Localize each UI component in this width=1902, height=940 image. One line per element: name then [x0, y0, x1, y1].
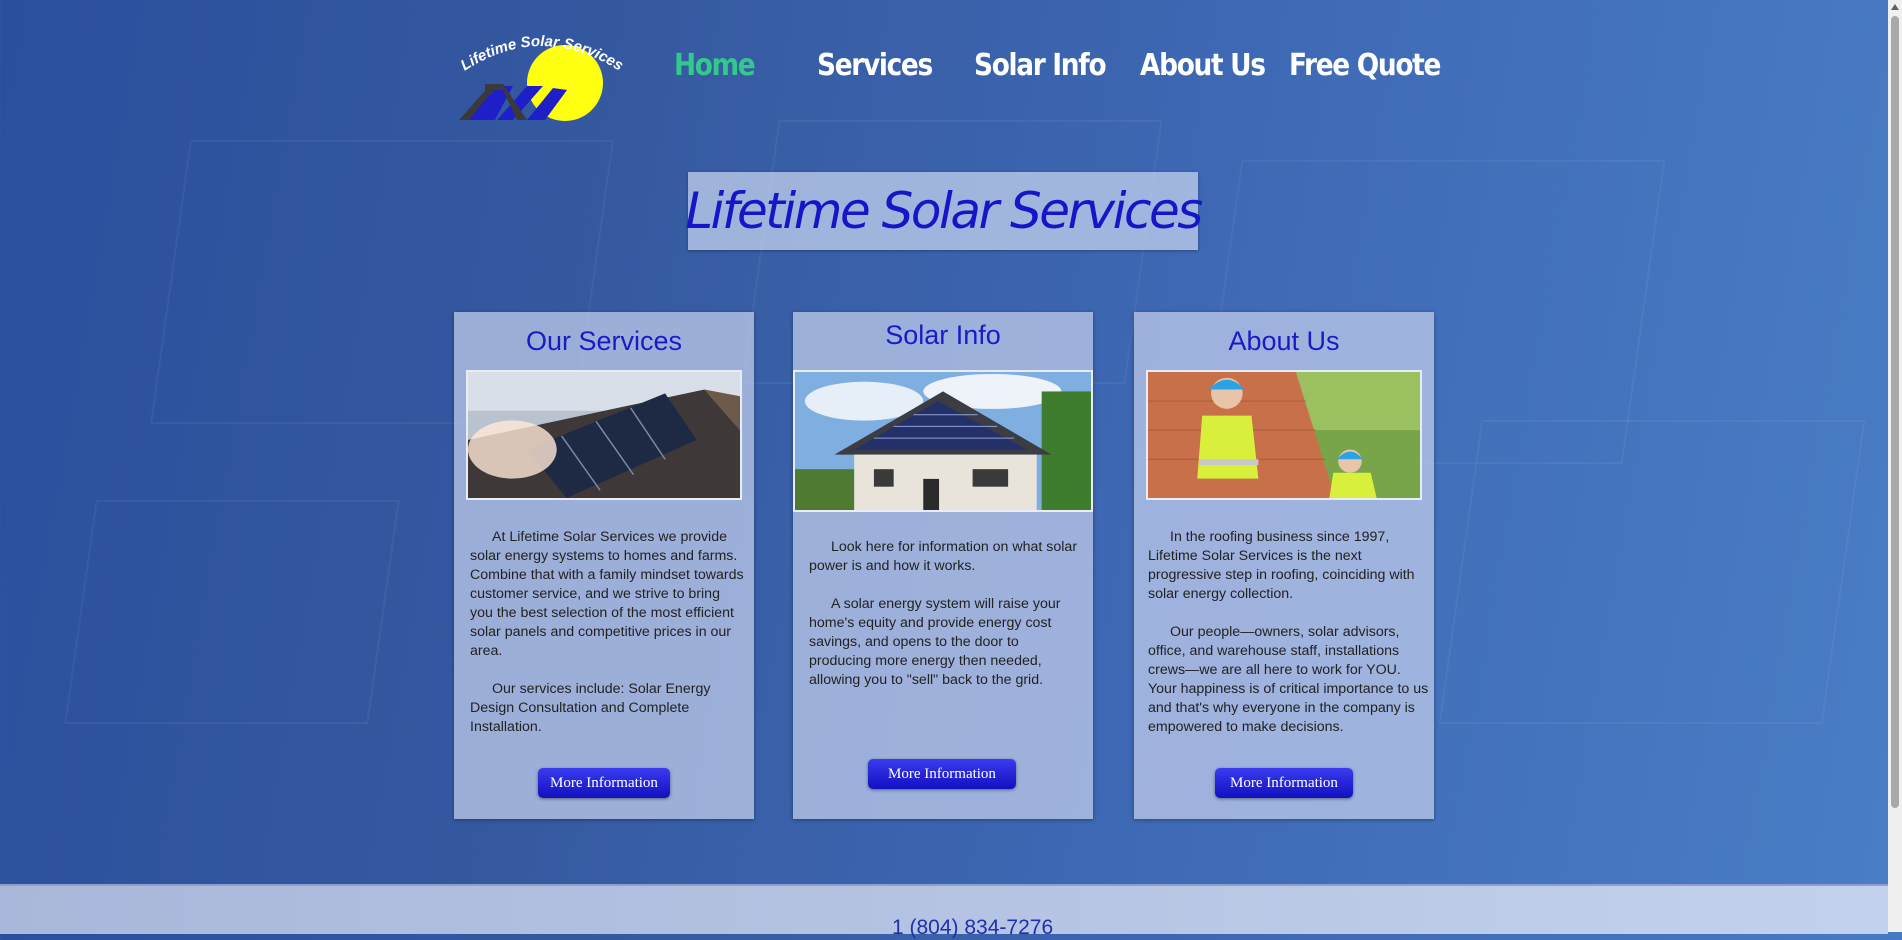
card-title: About Us: [1228, 326, 1340, 356]
scrollbar-thumb[interactable]: [1891, 16, 1899, 808]
card-paragraph: A solar energy system will raise your ho…: [809, 596, 1061, 688]
nav-home[interactable]: Home: [674, 48, 756, 83]
card-title: Solar Info: [885, 320, 1001, 350]
card-paragraph: Our services include: Solar Energy Desig…: [470, 681, 711, 735]
roofing-workers-photo: [1146, 370, 1422, 500]
scroll-up-arrow-icon[interactable]: [1891, 4, 1899, 10]
main-nav: Home Services Solar Info About Us Free Q…: [0, 48, 1902, 98]
nav-solar-info[interactable]: Solar Info: [974, 48, 1107, 83]
footer-phone-link[interactable]: 1 (804) 834-7276: [892, 916, 1053, 940]
nav-free-quote[interactable]: Free Quote: [1289, 48, 1441, 83]
page-scrollbar[interactable]: [1888, 0, 1902, 932]
page-title: Lifetime Solar Services: [685, 182, 1203, 240]
hero-title-box: Lifetime Solar Services: [685, 172, 1203, 250]
card-paragraph: Look here for information on what solar …: [809, 539, 1078, 574]
about-us-card: About Us In the roofing business since 1…: [1134, 312, 1434, 819]
card-paragraph: Our people—owners, solar advisors, offic…: [1148, 624, 1429, 735]
solar-info-card: Solar Info Look here for information on …: [793, 312, 1093, 819]
solar-info-more-info-button[interactable]: More Information: [868, 759, 1016, 789]
card-body: In the roofing business since 1997, Life…: [1148, 528, 1430, 756]
card-paragraph: In the roofing business since 1997, Life…: [1148, 529, 1415, 602]
card-body: At Lifetime Solar Services we provide so…: [470, 528, 744, 756]
footer: 1 (804) 834-7276: [0, 884, 1888, 939]
services-more-info-button[interactable]: More Information: [538, 768, 670, 798]
services-card: Our Services At Lifetime Solar Services …: [454, 312, 754, 819]
card-paragraph: At Lifetime Solar Services we provide so…: [470, 529, 744, 659]
solar-house-photo: [793, 370, 1093, 512]
solar-roof-photo: [466, 370, 742, 500]
card-body: Look here for information on what solar …: [809, 538, 1083, 709]
card-title: Our Services: [525, 326, 683, 356]
about-us-more-info-button[interactable]: More Information: [1215, 768, 1353, 798]
nav-about-us[interactable]: About Us: [1140, 48, 1266, 83]
nav-services[interactable]: Services: [817, 48, 933, 83]
